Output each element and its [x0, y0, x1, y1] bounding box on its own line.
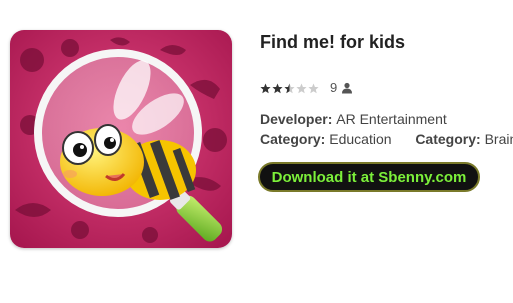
rating-stars — [260, 83, 320, 94]
developer-label: Developer: — [260, 111, 333, 127]
star-empty-icon — [308, 83, 319, 93]
star-filled-icon — [272, 83, 283, 93]
bee-magnifier-icon — [10, 30, 232, 248]
developer-value: AR Entertainment — [336, 111, 447, 127]
category2-label: Category: — [415, 131, 481, 147]
category-label: Category: — [260, 131, 326, 147]
download-button-label: Download it at Sbenny.com — [271, 168, 467, 186]
app-title: Find me! for kids — [260, 32, 406, 52]
rating: 9 — [260, 80, 353, 96]
developer-line: Developer: AR Entertainment — [260, 111, 447, 127]
category-value: Education — [329, 131, 392, 147]
user-icon — [342, 82, 353, 94]
star-empty-icon — [296, 83, 307, 93]
rating-count: 9 — [330, 80, 338, 95]
star-filled-icon — [260, 83, 271, 93]
category2-value: Brain G — [484, 131, 513, 147]
category-line: Category: Education Category: Brain G — [260, 131, 513, 147]
download-button[interactable]: Download it at Sbenny.com — [258, 162, 480, 192]
app-icon — [10, 30, 232, 248]
star-half-icon — [284, 83, 295, 93]
